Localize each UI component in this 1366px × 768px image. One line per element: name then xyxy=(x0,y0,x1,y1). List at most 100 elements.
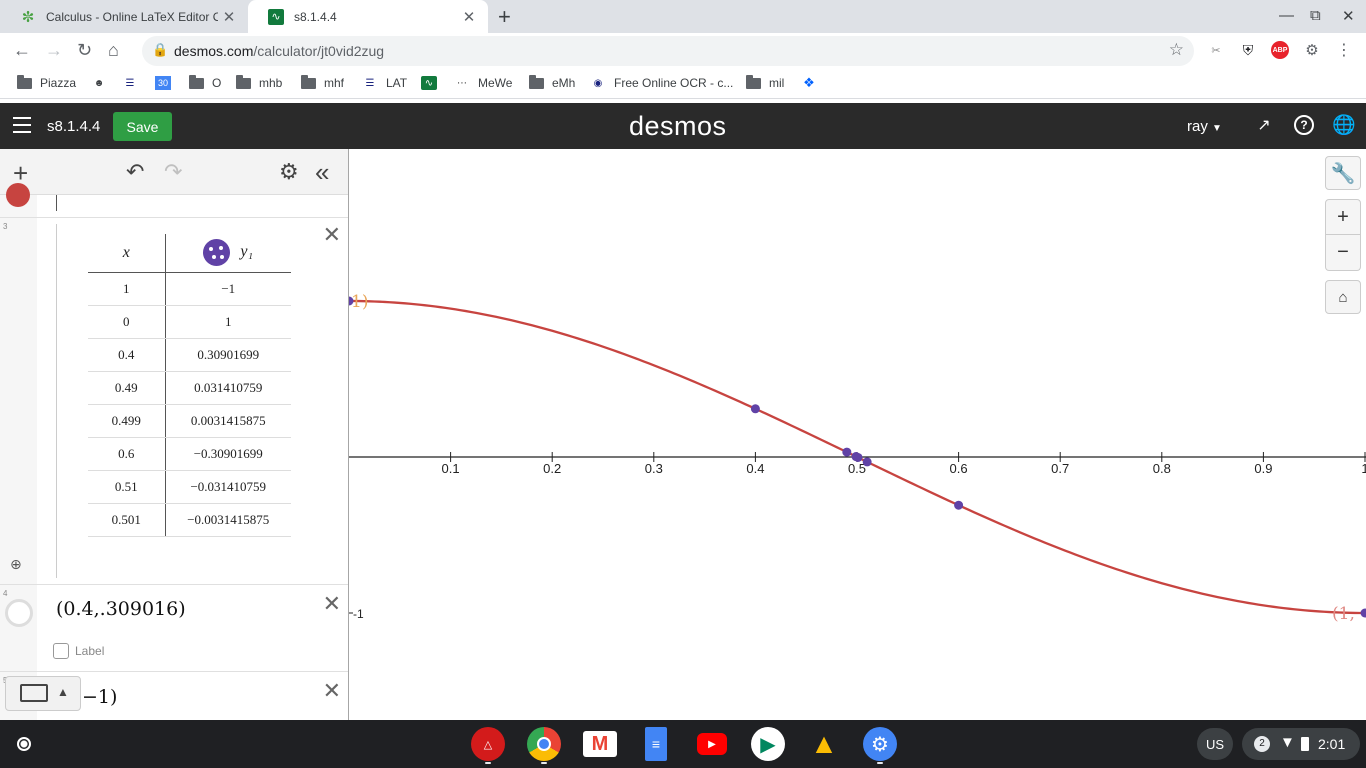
table-cell-y[interactable]: −0.031410759 xyxy=(165,470,291,504)
minimize-icon[interactable]: — xyxy=(1279,7,1294,24)
graph-svg[interactable]: 0.1 0.2 0.3 0.4 0.5 0.6 0.7 0.8 0.9 1-11)(1, xyxy=(349,149,1366,720)
point-toggle-icon[interactable] xyxy=(5,599,33,627)
bookmark-dropbox[interactable]: ❖ xyxy=(801,75,825,90)
bookmark-calendar[interactable]: 30 xyxy=(155,76,179,90)
table-cell-x[interactable]: 0.6 xyxy=(88,437,166,471)
zoom-fit-icon[interactable]: ⊕ xyxy=(10,556,22,573)
new-tab-icon[interactable]: + xyxy=(498,4,511,30)
delete-expression-icon[interactable]: ✕ xyxy=(323,222,341,248)
redo-icon[interactable]: ↷ xyxy=(164,159,182,185)
expression-point[interactable]: 4 (0.4,.309016) ✕ Label xyxy=(0,585,348,672)
collapse-panel-icon[interactable]: « xyxy=(315,157,329,188)
docs-app-icon[interactable]: ≡ xyxy=(645,727,667,761)
bookmark-mhf[interactable]: mhf xyxy=(300,74,344,90)
expression-math[interactable]: (0.4,.309016) xyxy=(56,598,186,620)
address-bar[interactable]: 🔒 desmos.com/calculator/jt0vid2zug ☆ xyxy=(142,36,1194,66)
expression-row-partial[interactable] xyxy=(0,183,348,218)
bookmark-mewe[interactable]: ⋯ MeWe xyxy=(454,76,512,90)
bookmark-emh[interactable]: eMh xyxy=(528,74,575,90)
table-cell-x[interactable]: 1 xyxy=(88,272,166,306)
tab-desmos[interactable]: ∿ s8.1.4.4 ✕ xyxy=(248,0,488,33)
back-icon[interactable]: ← xyxy=(13,40,31,61)
table-cell-y[interactable]: 1 xyxy=(165,305,291,339)
system-tray[interactable]: 2 ▼ 2:01 xyxy=(1242,728,1360,760)
home-icon[interactable]: ⌂ xyxy=(108,40,119,61)
save-button[interactable]: Save xyxy=(113,112,172,141)
graph-paper[interactable]: 0.1 0.2 0.3 0.4 0.5 0.6 0.7 0.8 0.9 1 -1 1) (1, xyxy=(349,149,1366,720)
bookmark-piazza[interactable]: Piazza xyxy=(16,74,76,90)
graph-settings-wrench-icon[interactable]: 🔧 xyxy=(1325,156,1361,190)
launcher-icon[interactable] xyxy=(10,734,38,754)
table-cell-y[interactable]: −0.30901699 xyxy=(165,437,291,471)
table-cell-y[interactable]: 0.031410759 xyxy=(165,371,291,405)
help-icon[interactable]: ? xyxy=(1294,115,1314,135)
data-table[interactable]: x y₁ 1 −1 0 1 0.4 0.30901699 0.49 0.031410759 0.… xyxy=(88,234,291,537)
extension-scissors-icon[interactable]: ✂ xyxy=(1207,41,1225,59)
table-cell-x[interactable]: 0.501 xyxy=(88,503,166,537)
bookmark-o[interactable]: O xyxy=(188,74,221,90)
delete-expression-icon[interactable]: ✕ xyxy=(323,591,341,617)
table-cell-y[interactable]: 0.0031415875 xyxy=(165,404,291,438)
table-cell-x[interactable]: 0.49 xyxy=(88,371,166,405)
bookmark-overleaf[interactable]: ∿ xyxy=(421,76,445,90)
zoom-in-icon[interactable]: + xyxy=(1325,199,1361,235)
table-header-x[interactable]: x xyxy=(88,234,166,273)
color-swatch-icon[interactable] xyxy=(6,183,30,207)
bookmark-lat-logo[interactable]: ☰ xyxy=(122,76,146,90)
notification-badge[interactable]: 2 xyxy=(1254,736,1270,752)
youtube-app-icon[interactable]: ▶ xyxy=(697,733,727,755)
globe-icon[interactable]: 🌐 xyxy=(1332,115,1356,136)
close-tab-icon[interactable]: ✕ xyxy=(458,8,480,26)
bookmark-mil[interactable]: mil xyxy=(745,74,784,90)
chrome-menu-icon[interactable]: ⋮ xyxy=(1335,41,1353,59)
bookmark-star-icon[interactable]: ☆ xyxy=(1169,40,1184,60)
acrobat-app-icon[interactable]: △ xyxy=(471,727,505,761)
folder-icon xyxy=(16,74,32,90)
chrome-app-icon[interactable] xyxy=(527,727,561,761)
settings-gear-icon[interactable]: ⚙ xyxy=(279,159,299,185)
tab-overleaf[interactable]: ✼ Calculus - Online LaTeX Editor Ov ✕ xyxy=(0,0,248,33)
tab-strip: ✼ Calculus - Online LaTeX Editor Ov ✕ ∿ … xyxy=(0,0,1366,33)
keyboard-toggle[interactable]: ▲ xyxy=(5,676,81,711)
extensions-puzzle-icon[interactable]: ⚙ xyxy=(1303,41,1321,59)
delete-expression-icon[interactable]: ✕ xyxy=(323,678,341,704)
default-zoom-home-icon[interactable]: ⌂ xyxy=(1325,280,1361,314)
table-cell-x[interactable]: 0 xyxy=(88,305,166,339)
bookmark-lat[interactable]: ☰ LAT xyxy=(362,76,408,90)
table-cell-y[interactable]: −1 xyxy=(165,272,291,306)
table-cell-x[interactable]: 0.51 xyxy=(88,470,166,504)
menu-icon[interactable] xyxy=(13,117,31,138)
ocr-icon: ◉ xyxy=(593,77,603,89)
point-style-icon[interactable] xyxy=(203,239,231,267)
lock-icon[interactable]: 🔒 xyxy=(152,42,168,58)
bookmark-ghost[interactable]: ☻ xyxy=(91,76,115,90)
forward-icon[interactable]: → xyxy=(45,40,63,61)
table-header-y[interactable]: y₁ xyxy=(165,234,291,273)
play-store-app-icon[interactable]: ▶ xyxy=(751,727,785,761)
undo-icon[interactable]: ↶ xyxy=(126,159,144,185)
expression-table[interactable]: 3 ⊕ ✕ x y₁ 1 −1 0 1 0.4 0.30901699 0.49 0.03141… xyxy=(0,218,348,585)
table-header-row: x y₁ xyxy=(88,234,291,273)
expression-math[interactable]: −1) xyxy=(82,686,117,708)
label-checkbox[interactable] xyxy=(53,643,69,659)
input-method-indicator[interactable]: US xyxy=(1197,728,1233,760)
table-cell-x[interactable]: 0.499 xyxy=(88,404,166,438)
table-cell-y[interactable]: 0.30901699 xyxy=(165,338,291,372)
user-menu[interactable]: ray ▼ xyxy=(1187,118,1222,135)
share-icon[interactable]: ↗ xyxy=(1254,115,1274,135)
gmail-app-icon[interactable]: M xyxy=(583,731,617,757)
close-window-icon[interactable]: ✕ xyxy=(1342,7,1355,25)
drive-app-icon[interactable]: ▲ xyxy=(807,727,841,761)
close-tab-icon[interactable]: ✕ xyxy=(218,8,240,26)
zoom-out-icon[interactable]: − xyxy=(1325,235,1361,271)
reload-icon[interactable]: ↻ xyxy=(77,40,92,61)
settings-app-icon[interactable]: ⚙ xyxy=(863,727,897,761)
bookmark-ocr[interactable]: ◉ Free Online OCR - c... xyxy=(590,76,734,90)
bookmark-mhb[interactable]: mhb xyxy=(235,74,282,90)
graph-title[interactable]: s8.1.4.4 xyxy=(47,118,100,135)
extension-shield-icon[interactable]: ⛨ xyxy=(1239,41,1257,59)
table-cell-x[interactable]: 0.4 xyxy=(88,338,166,372)
table-cell-y[interactable]: −0.0031415875 xyxy=(165,503,291,537)
restore-icon[interactable]: ⧉ xyxy=(1310,7,1321,24)
adblock-icon[interactable]: ABP xyxy=(1271,41,1289,59)
